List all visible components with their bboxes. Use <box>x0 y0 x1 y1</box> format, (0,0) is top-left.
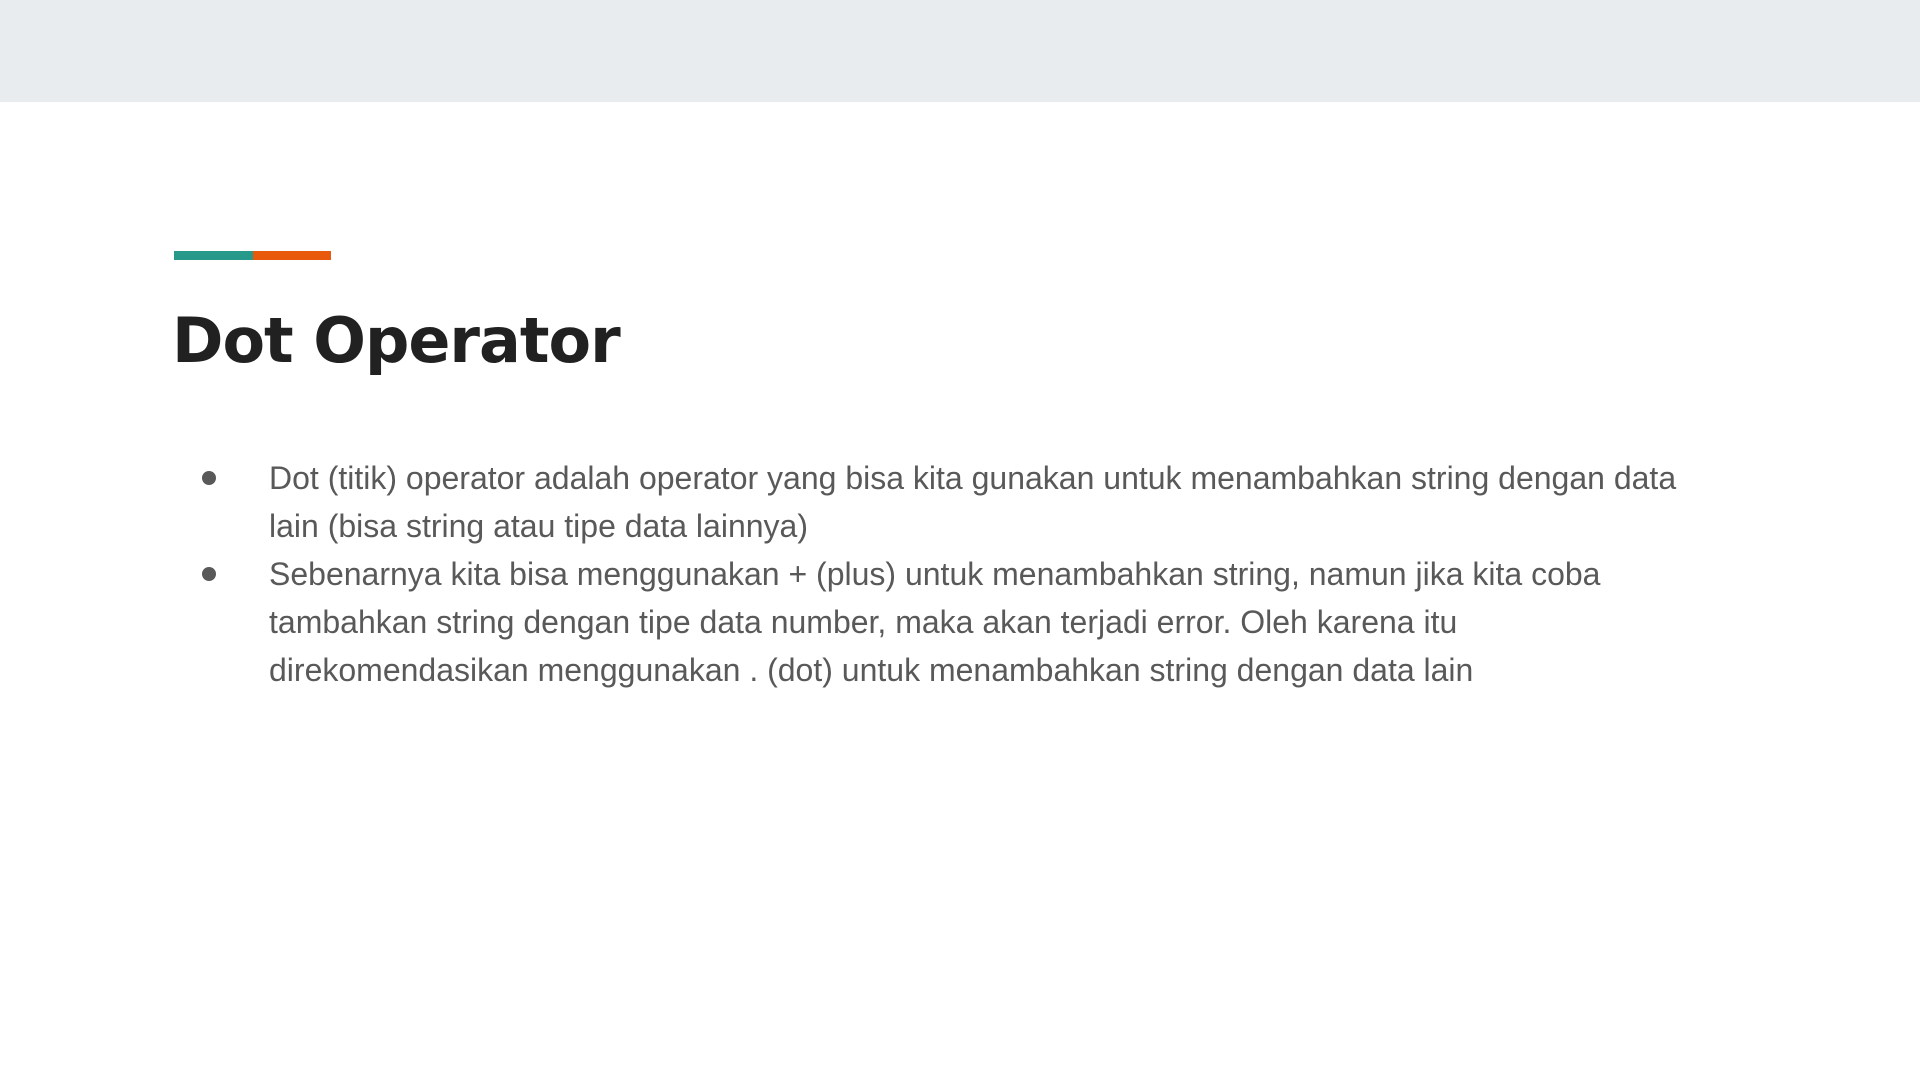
accent-orange-segment <box>252 251 331 260</box>
bullet-text: Sebenarnya kita bisa menggunakan + (plus… <box>269 556 1601 688</box>
title-accent-bar <box>174 251 331 260</box>
slide-canvas: Dot Operator Dot (titik) operator adalah… <box>0 102 1920 1080</box>
accent-teal-segment <box>174 251 253 260</box>
bullet-dot-icon <box>202 471 216 485</box>
bullet-dot-icon <box>202 567 216 581</box>
slide-title: Dot Operator <box>172 304 621 377</box>
top-band <box>0 0 1920 102</box>
bullet-item: Sebenarnya kita bisa menggunakan + (plus… <box>200 550 1720 694</box>
bullet-item: Dot (titik) operator adalah operator yan… <box>200 454 1720 550</box>
bullet-list: Dot (titik) operator adalah operator yan… <box>200 454 1720 694</box>
bullet-text: Dot (titik) operator adalah operator yan… <box>269 460 1677 544</box>
